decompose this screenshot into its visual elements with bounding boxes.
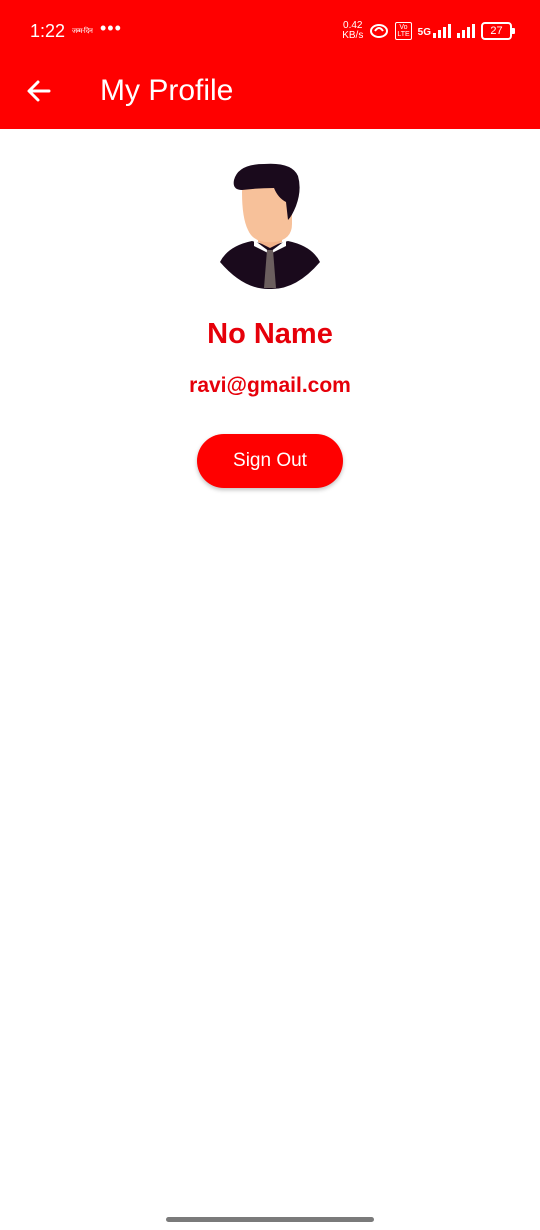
arrow-left-icon[interactable] — [24, 76, 54, 106]
volte-bottom: LTE — [397, 31, 410, 38]
status-indicators: 0.42 KB/s Vo LTE 5G 27 — [342, 18, 515, 44]
hotspot-icon — [370, 24, 389, 38]
network-speed: 0.42 KB/s — [342, 21, 363, 41]
notification-icon: जन्म-दिन — [72, 28, 93, 35]
status-bar: 1:22 जन्म-दिन ••• 0.42 KB/s Vo LTE 5G 27 — [0, 0, 540, 60]
status-time: 1:22 — [30, 21, 66, 41]
sign-out-button[interactable]: Sign Out — [197, 434, 343, 488]
volte-icon: Vo LTE — [395, 22, 412, 40]
volte-top: Vo — [399, 24, 408, 31]
signal-bars-1-icon — [433, 24, 451, 38]
app-bar: My Profile — [0, 60, 540, 129]
page-title: My Profile — [100, 74, 234, 107]
battery-icon: 27 — [481, 22, 515, 40]
signal-bars-2-icon — [457, 24, 475, 38]
gesture-nav-handle[interactable] — [166, 1217, 374, 1222]
network-type: 5G — [417, 27, 431, 38]
profile-email: ravi@gmail.com — [189, 374, 351, 397]
network-speed-unit: KB/s — [342, 30, 364, 41]
more-notifications-icon: ••• — [100, 18, 122, 38]
profile-name: No Name — [207, 318, 333, 350]
signal-5g: 5G — [418, 24, 451, 38]
user-avatar-icon — [220, 163, 320, 290]
